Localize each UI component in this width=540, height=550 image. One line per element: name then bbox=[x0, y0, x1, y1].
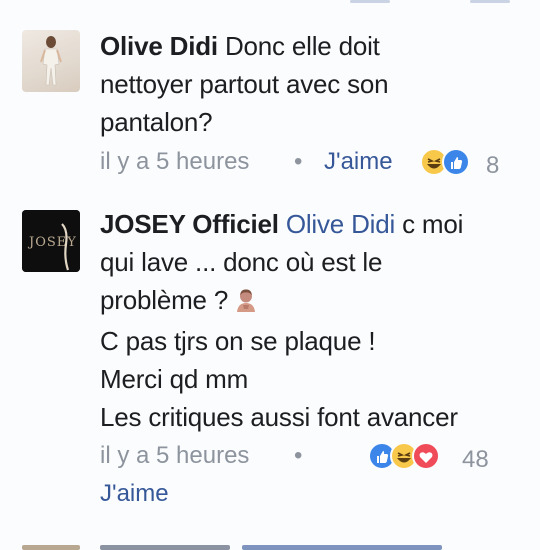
comment-line: Les critiques aussi font avancer bbox=[100, 402, 458, 432]
comment-line: nettoyer partout avec son bbox=[100, 69, 389, 99]
person-emoji-icon bbox=[235, 284, 257, 322]
mention-link[interactable]: Olive Didi bbox=[286, 209, 395, 239]
separator-dot: • bbox=[294, 148, 303, 175]
comment-line: JOSEY Officiel Olive Didi c moi bbox=[100, 205, 520, 243]
reaction-count: 8 bbox=[486, 152, 500, 179]
comment-author[interactable]: Olive Didi bbox=[100, 31, 218, 61]
comment-line: pantalon? bbox=[100, 107, 213, 137]
comment-timestamp[interactable]: il y a 5 heures bbox=[100, 148, 249, 175]
comment-line: Merci qd mm bbox=[100, 364, 249, 394]
comment-line: qui lave ... donc où est le bbox=[100, 247, 383, 277]
reaction-count: 48 bbox=[462, 446, 489, 473]
like-button[interactable]: J'aime bbox=[324, 144, 393, 180]
comment-body: JOSEY Officiel Olive Didi c moi qui lave… bbox=[100, 205, 520, 436]
avatar[interactable] bbox=[22, 30, 80, 92]
avatar[interactable]: JOSEY bbox=[22, 210, 80, 272]
comment-meta: il y a 5 heures • J'aime 8 bbox=[100, 144, 520, 180]
separator-dot: • bbox=[294, 442, 303, 469]
comment-line: problème ? bbox=[100, 281, 520, 322]
comment-thread: { "comments": [ { "author": "Olive Didi"… bbox=[0, 0, 540, 550]
avatar-text: JOSEY bbox=[27, 235, 77, 250]
comment-author[interactable]: JOSEY Officiel bbox=[100, 209, 279, 239]
comment-body: Olive Didi Donc elle doit nettoyer parto… bbox=[100, 27, 520, 141]
love-reaction-icon bbox=[412, 442, 440, 470]
like-button[interactable]: J'aime bbox=[100, 476, 169, 512]
comment-text: c moi bbox=[402, 209, 464, 239]
comment-line: Olive Didi Donc elle doit bbox=[100, 27, 520, 65]
comment-text: Donc elle doit bbox=[224, 31, 380, 61]
comment-timestamp[interactable]: il y a 5 heures bbox=[100, 442, 249, 469]
previous-comment-edge bbox=[0, 0, 540, 12]
next-comment-edge bbox=[0, 540, 540, 550]
comment-text: problème ? bbox=[100, 285, 229, 315]
comment-line: C pas tjrs on se plaque ! bbox=[100, 326, 376, 356]
like-reaction-icon bbox=[442, 148, 470, 176]
reaction-summary[interactable]: 48 bbox=[368, 442, 520, 473]
comment-meta: il y a 5 heures • 48 bbox=[100, 438, 520, 474]
reaction-summary[interactable]: 8 bbox=[420, 148, 520, 179]
